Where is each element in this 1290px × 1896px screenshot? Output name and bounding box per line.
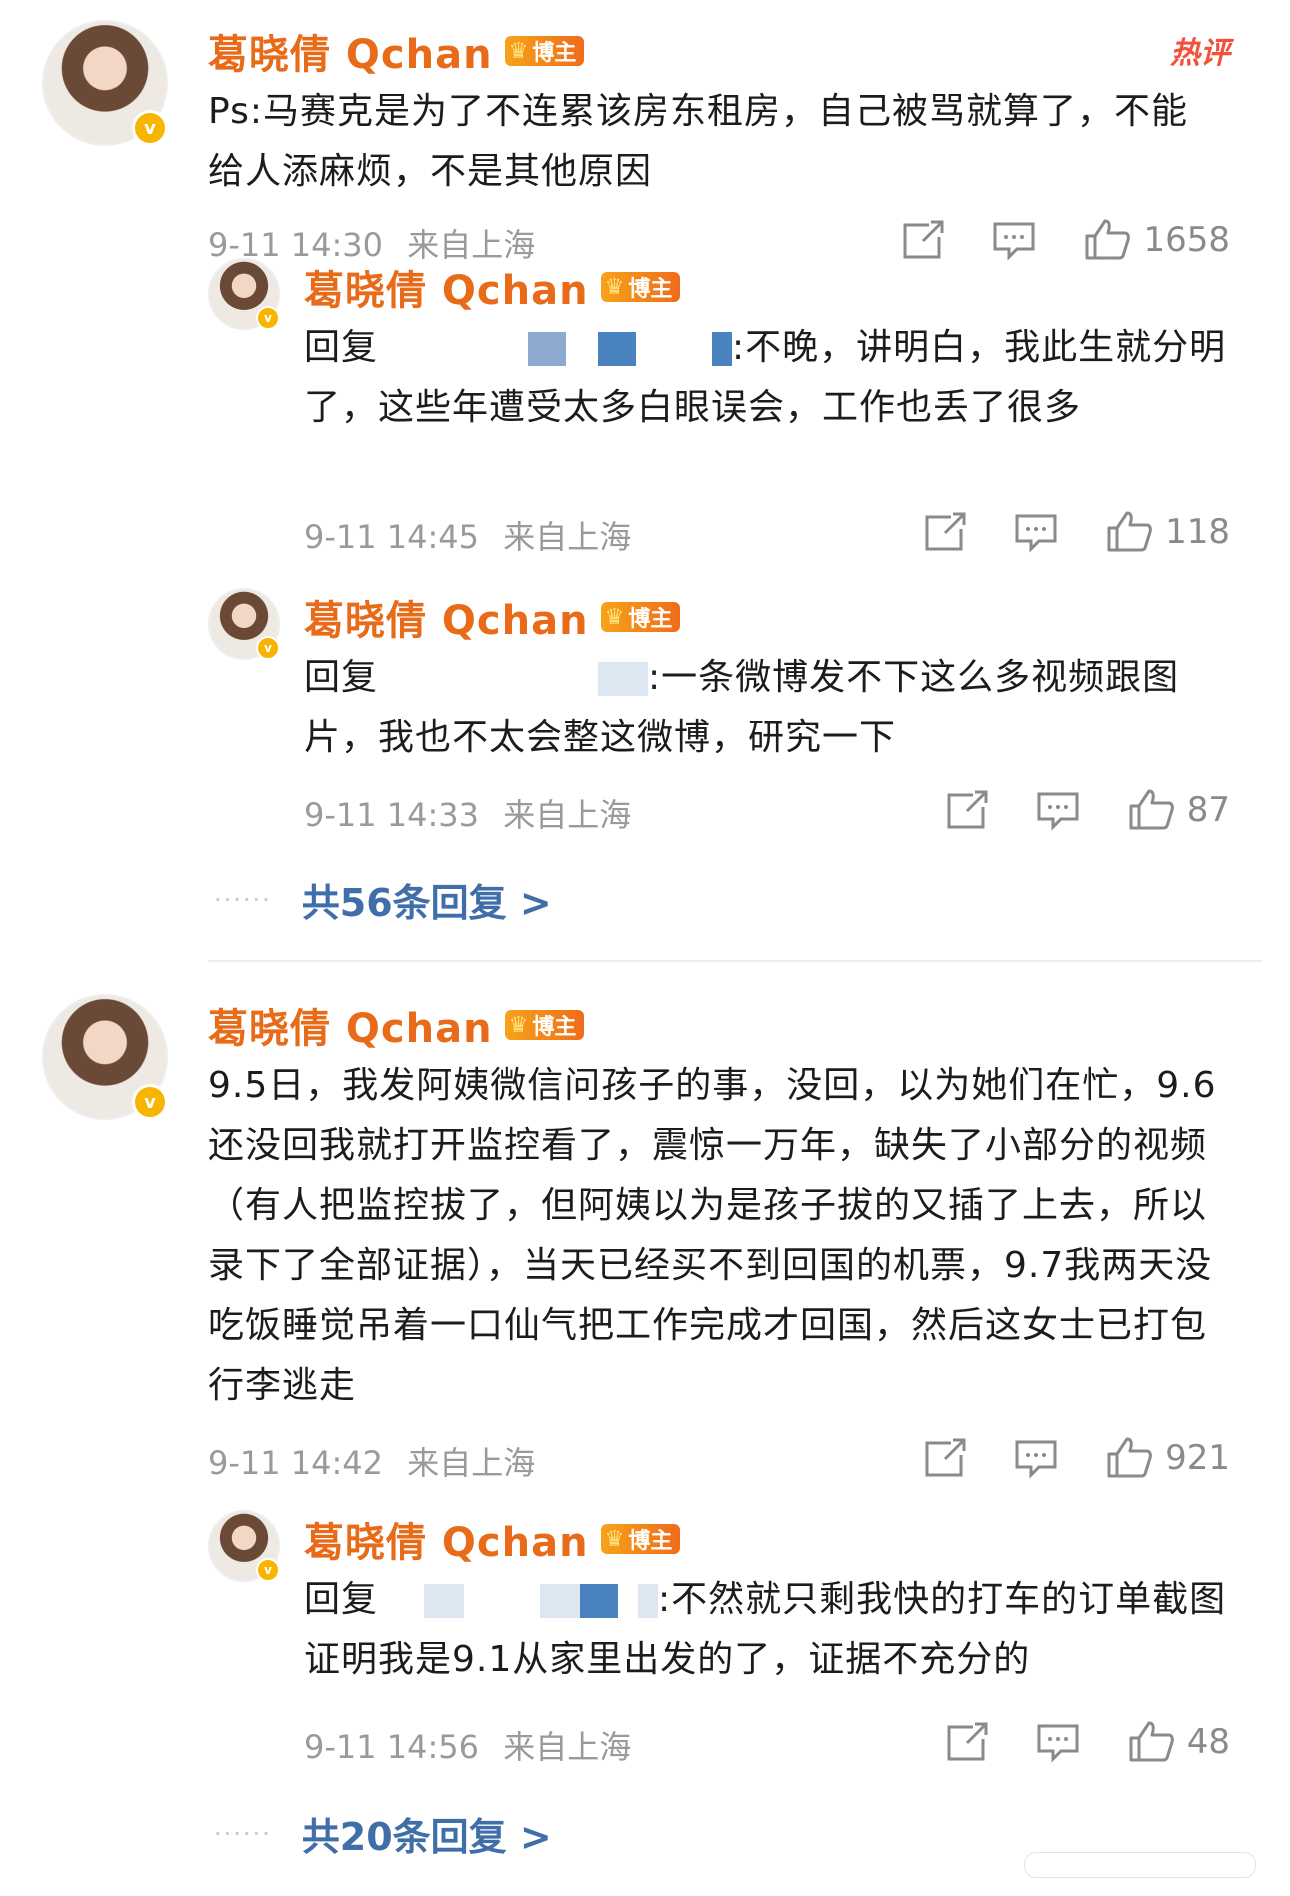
- redacted-username: [378, 1579, 659, 1620]
- share-icon: [947, 790, 988, 829]
- share-icon: [903, 220, 944, 259]
- verified-icon: v: [132, 1084, 168, 1120]
- reply-text: 回复:不晚，讲明白，我此生就分明了，这些年遭受太多白眼误会，工作也丢了很多: [304, 327, 1227, 428]
- author-name[interactable]: 葛晓倩 Qchan: [304, 258, 589, 316]
- reply-text: 回复:不然就只剩我快的打车的订单截图证明我是9.1从家里出发的了，证据不充分的: [304, 1579, 1227, 1680]
- comment-button[interactable]: [1035, 789, 1081, 831]
- like-button[interactable]: 1658: [1083, 218, 1230, 262]
- share-icon: [947, 1722, 988, 1761]
- blogger-badge: ♛ 博主: [600, 272, 681, 302]
- like-icon: [1085, 219, 1131, 260]
- like-count: 87: [1186, 790, 1230, 830]
- comment-time: 9-11 14:42: [208, 1444, 384, 1482]
- like-count: 1658: [1143, 220, 1230, 260]
- crown-icon: ♛: [508, 38, 529, 64]
- reply-location: 来自上海: [503, 1728, 632, 1766]
- avatar[interactable]: v: [208, 588, 280, 660]
- verified-icon: v: [256, 1558, 280, 1582]
- like-count: 921: [1165, 1438, 1230, 1478]
- like-icon: [1107, 511, 1152, 552]
- author-name[interactable]: 葛晓倩 Qchan: [304, 1510, 589, 1568]
- like-count: 48: [1186, 1722, 1230, 1762]
- comment-location: 来自上海: [407, 1444, 536, 1482]
- verified-icon: v: [256, 306, 280, 330]
- reply-text: 回复:一条微博发不下这么多视频跟图片，我也不太会整这微博，研究一下: [304, 657, 1180, 758]
- comment-button[interactable]: [991, 219, 1037, 261]
- like-button[interactable]: 921: [1105, 1436, 1230, 1480]
- avatar[interactable]: v: [208, 258, 280, 330]
- crown-icon: ♛: [604, 604, 625, 630]
- comment-icon: [1015, 514, 1057, 553]
- comment-text: Ps:马赛克是为了不连累该房东租房，自己被骂就算了，不能给人添麻烦，不是其他原因: [208, 91, 1188, 192]
- share-icon: [925, 1438, 966, 1477]
- comment-button[interactable]: [1035, 1721, 1081, 1763]
- reply-time: 9-11 14:56: [304, 1728, 480, 1766]
- share-icon: [925, 512, 966, 551]
- comment-icon: [993, 222, 1035, 261]
- comment-divider: [208, 960, 1262, 962]
- verified-icon: v: [132, 110, 168, 146]
- verified-icon: v: [256, 636, 280, 660]
- like-icon: [1107, 1437, 1152, 1478]
- blogger-badge: ♛ 博主: [600, 602, 681, 632]
- like-button[interactable]: 48: [1127, 1720, 1230, 1764]
- author-name[interactable]: 葛晓倩 Qchan: [208, 996, 493, 1054]
- like-button[interactable]: 118: [1105, 510, 1230, 554]
- repost-button[interactable]: [921, 1437, 967, 1479]
- reply-time: 9-11 14:45: [304, 518, 480, 556]
- comment-button[interactable]: [1013, 511, 1059, 553]
- like-icon: [1129, 1721, 1174, 1762]
- reply-location: 来自上海: [503, 796, 632, 834]
- like-icon: [1129, 789, 1174, 830]
- ellipsis-icon: ······: [214, 1819, 272, 1848]
- comment-icon: [1015, 1440, 1057, 1479]
- reply-time: 9-11 14:33: [304, 796, 480, 834]
- crown-icon: ♛: [604, 1526, 625, 1552]
- watermark: [1024, 1852, 1256, 1878]
- repost-button[interactable]: [943, 789, 989, 831]
- reply-location: 来自上海: [503, 518, 632, 556]
- blogger-badge: ♛ 博主: [504, 36, 585, 66]
- like-count: 118: [1165, 512, 1230, 552]
- comment-text: 9.5日，我发阿姨微信问孩子的事，没回，以为她们在忙，9.6还没回我就打开监控看…: [208, 1065, 1217, 1406]
- blogger-badge: ♛ 博主: [504, 1010, 585, 1040]
- crown-icon: ♛: [508, 1012, 529, 1038]
- view-more-replies-link[interactable]: 共20条回复 >: [302, 1806, 552, 1861]
- redacted-username: [378, 657, 649, 698]
- comment-icon: [1037, 1724, 1079, 1763]
- avatar[interactable]: v: [42, 994, 168, 1120]
- repost-button[interactable]: [943, 1721, 989, 1763]
- avatar[interactable]: v: [208, 1510, 280, 1582]
- hot-comment-tag: 热评: [1170, 36, 1230, 71]
- author-name[interactable]: 葛晓倩 Qchan: [304, 588, 589, 646]
- blogger-badge: ♛ 博主: [600, 1524, 681, 1554]
- author-name[interactable]: 葛晓倩 Qchan: [208, 22, 493, 80]
- comment-button[interactable]: [1013, 1437, 1059, 1479]
- repost-button[interactable]: [921, 511, 967, 553]
- like-button[interactable]: 87: [1127, 788, 1230, 832]
- comment-icon: [1037, 792, 1079, 831]
- view-more-replies-link[interactable]: 共56条回复 >: [302, 872, 552, 927]
- repost-button[interactable]: [899, 219, 945, 261]
- crown-icon: ♛: [604, 274, 625, 300]
- redacted-username: [378, 327, 733, 368]
- avatar[interactable]: v: [42, 20, 168, 146]
- ellipsis-icon: ······: [214, 885, 272, 914]
